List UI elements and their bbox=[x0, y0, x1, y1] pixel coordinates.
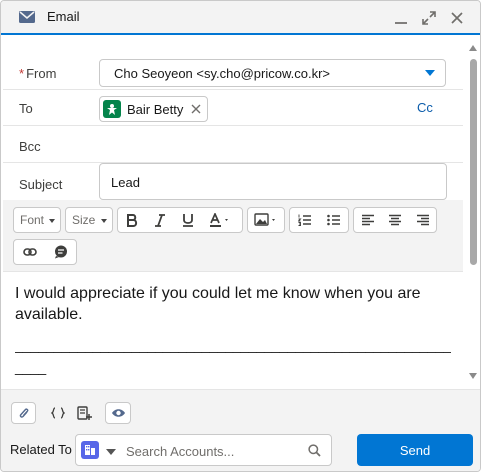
scrollbar-thumb[interactable] bbox=[470, 59, 477, 265]
from-row: * From Cho Seoyeon <sy.cho@pricow.co.kr> bbox=[3, 37, 463, 90]
remove-icon[interactable] bbox=[191, 104, 201, 114]
close-button[interactable] bbox=[446, 7, 468, 29]
minimize-button[interactable] bbox=[390, 7, 412, 29]
minimize-icon bbox=[395, 22, 407, 24]
subject-input[interactable]: Lead bbox=[99, 163, 447, 200]
size-select[interactable]: Size bbox=[65, 207, 113, 233]
email-form: * From Cho Seoyeon <sy.cho@pricow.co.kr> … bbox=[3, 37, 463, 389]
font-select[interactable]: Font bbox=[13, 207, 61, 233]
align-group bbox=[353, 207, 437, 233]
to-row: To bbox=[3, 90, 463, 126]
size-label: Size bbox=[72, 213, 96, 227]
title-bar: Email bbox=[1, 1, 480, 35]
attach-file-button[interactable] bbox=[11, 402, 36, 424]
align-right-icon bbox=[416, 214, 429, 226]
recipient-name: Bair Betty bbox=[127, 101, 184, 117]
email-icon bbox=[19, 11, 35, 23]
from-label: * From bbox=[19, 66, 57, 81]
bulleted-list-icon bbox=[326, 214, 340, 226]
recipient-pill[interactable]: Bair Betty bbox=[99, 96, 209, 122]
chevron-down-icon bbox=[425, 70, 435, 76]
preview-button[interactable] bbox=[105, 402, 131, 424]
chevron-down-icon bbox=[101, 219, 107, 223]
composer-footer: Related To Send bbox=[1, 389, 480, 471]
eye-icon bbox=[111, 409, 125, 417]
numbered-list-button[interactable] bbox=[290, 208, 319, 232]
search-icon bbox=[308, 444, 321, 457]
quick-text-button[interactable] bbox=[45, 240, 76, 264]
bcc-label: Bcc bbox=[19, 139, 41, 154]
chevron-down-icon[interactable] bbox=[106, 449, 116, 455]
signature-line: ________________________________________… bbox=[15, 337, 451, 353]
bold-button[interactable] bbox=[118, 208, 146, 232]
required-mark: * bbox=[19, 66, 25, 81]
contact-icon bbox=[103, 100, 121, 118]
bold-icon bbox=[127, 213, 138, 227]
use-template-button[interactable] bbox=[72, 402, 98, 424]
numbered-list-icon bbox=[297, 214, 311, 226]
template-icon bbox=[77, 405, 92, 420]
expand-icon bbox=[422, 11, 436, 25]
italic-button[interactable] bbox=[146, 208, 174, 232]
insert-group bbox=[13, 239, 77, 265]
search-accounts-input[interactable] bbox=[126, 441, 301, 461]
quick-text-icon bbox=[54, 245, 67, 259]
scroll-down-icon[interactable] bbox=[469, 373, 477, 379]
expand-button[interactable] bbox=[418, 7, 440, 29]
align-left-button[interactable] bbox=[354, 208, 381, 232]
from-select[interactable]: Cho Seoyeon <sy.cho@pricow.co.kr> bbox=[99, 59, 446, 87]
related-to-label: Related To bbox=[10, 442, 72, 457]
subject-label: Subject bbox=[19, 177, 63, 192]
font-label: Font bbox=[20, 213, 45, 227]
merge-field-icon bbox=[51, 407, 65, 419]
align-center-icon bbox=[389, 214, 401, 226]
list-group bbox=[289, 207, 349, 233]
email-composer-window: Email * From Cho Seoyeon <sy.cho@pricow.c… bbox=[0, 0, 481, 472]
rich-text-toolbar: Font Size bbox=[3, 200, 463, 272]
subject-value: Lead bbox=[111, 175, 140, 190]
paperclip-icon bbox=[19, 407, 28, 418]
cc-link[interactable]: Cc bbox=[417, 100, 433, 115]
align-left-icon bbox=[361, 214, 374, 226]
image-group bbox=[247, 207, 285, 233]
text-color-button[interactable] bbox=[202, 208, 240, 232]
italic-icon bbox=[155, 213, 165, 227]
underline-button[interactable] bbox=[174, 208, 202, 232]
send-button[interactable]: Send bbox=[357, 434, 473, 466]
format-group bbox=[117, 207, 243, 233]
close-icon bbox=[451, 12, 463, 24]
email-body[interactable]: I would appreciate if you could let me k… bbox=[15, 283, 451, 325]
scrollbar[interactable] bbox=[466, 41, 480, 387]
image-icon bbox=[254, 213, 275, 226]
text-color-icon bbox=[210, 213, 228, 227]
align-right-button[interactable] bbox=[409, 208, 436, 232]
underline-icon bbox=[183, 214, 193, 227]
chevron-down-icon bbox=[49, 219, 55, 223]
insert-image-button[interactable] bbox=[248, 208, 284, 232]
insert-merge-field-button[interactable] bbox=[46, 402, 70, 424]
scroll-up-icon[interactable] bbox=[469, 45, 477, 51]
related-to-lookup[interactable] bbox=[75, 434, 332, 466]
account-icon[interactable] bbox=[81, 441, 99, 459]
link-icon bbox=[22, 248, 37, 256]
from-value: Cho Seoyeon <sy.cho@pricow.co.kr> bbox=[114, 66, 331, 81]
bcc-row[interactable]: Bcc bbox=[3, 126, 463, 163]
insert-link-button[interactable] bbox=[14, 240, 45, 264]
to-label: To bbox=[19, 101, 33, 116]
bulleted-list-button[interactable] bbox=[319, 208, 348, 232]
align-center-button[interactable] bbox=[381, 208, 409, 232]
window-title: Email bbox=[47, 9, 80, 24]
signature-line-continued: ____ bbox=[15, 359, 47, 375]
